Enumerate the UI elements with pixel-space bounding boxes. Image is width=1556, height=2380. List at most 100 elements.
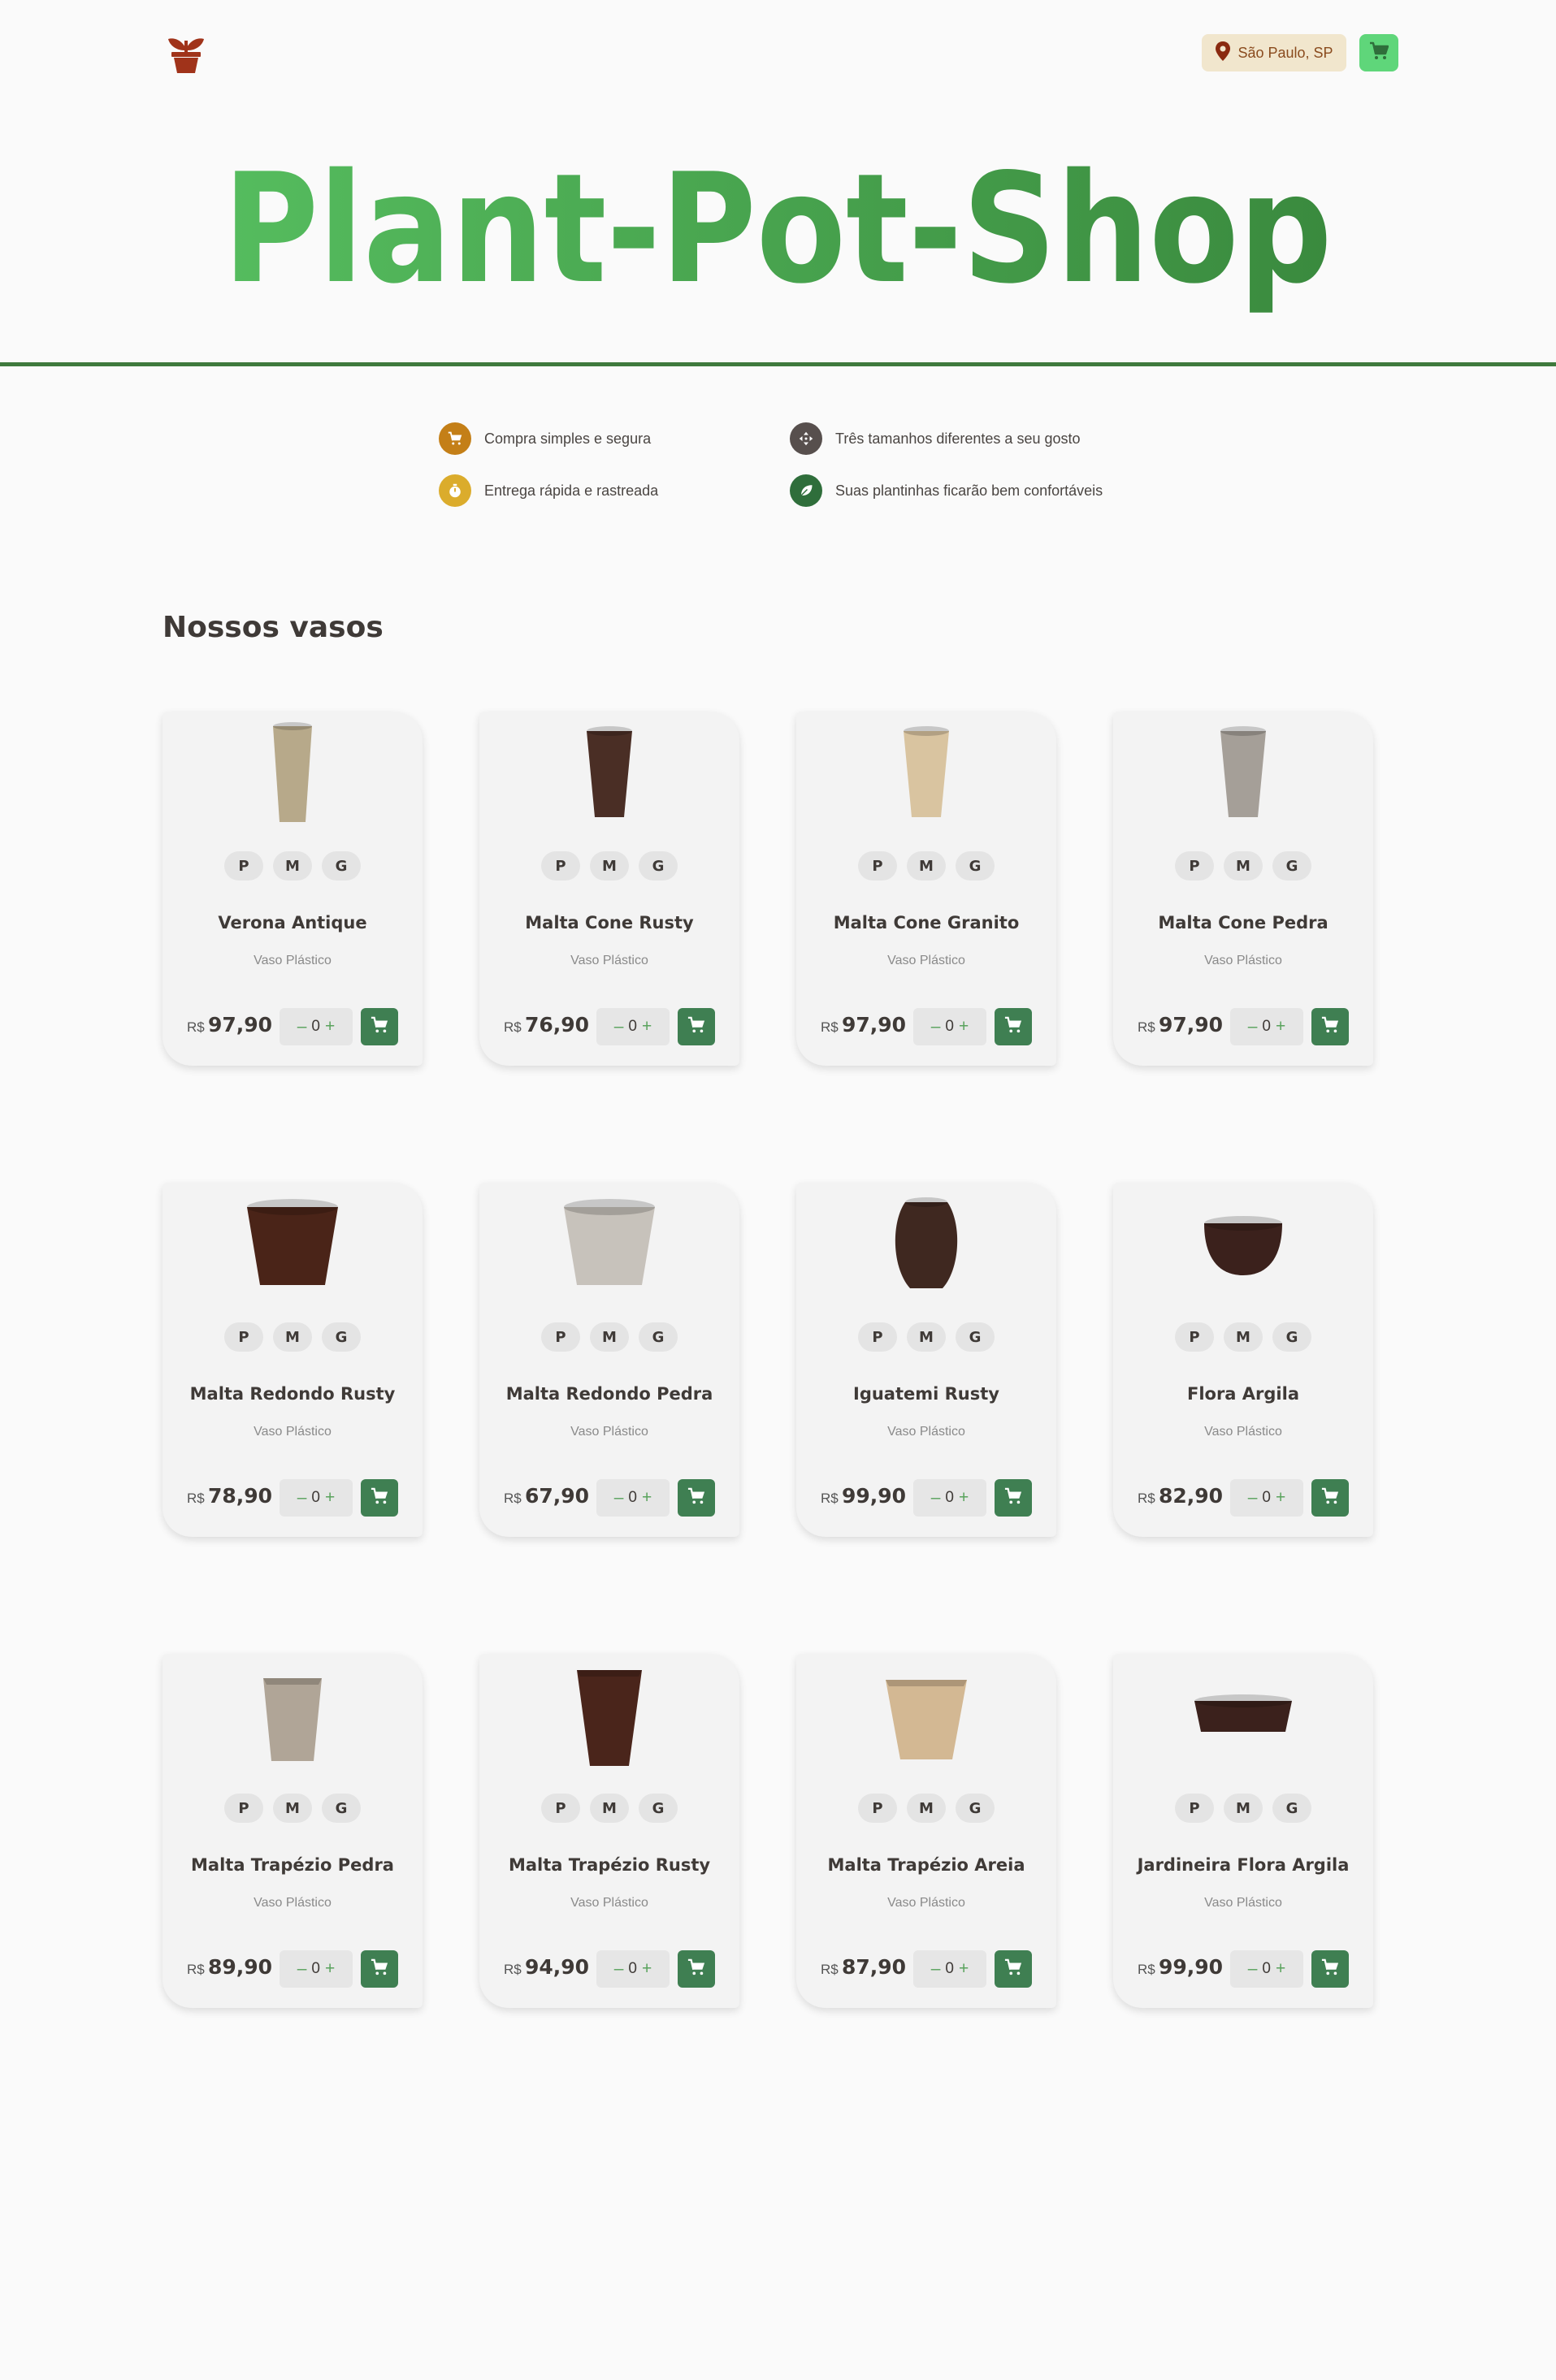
increase-quantity-button[interactable]: + (959, 1488, 969, 1508)
timer-icon (439, 474, 471, 507)
increase-quantity-button[interactable]: + (1276, 1017, 1285, 1036)
increase-quantity-button[interactable]: + (1276, 1488, 1285, 1508)
size-option-g[interactable]: G (639, 1794, 678, 1823)
size-option-p[interactable]: P (1175, 851, 1214, 881)
add-to-cart-button[interactable] (361, 1008, 398, 1045)
increase-quantity-button[interactable]: + (1276, 1959, 1285, 1979)
size-option-g[interactable]: G (639, 851, 678, 881)
size-option-p[interactable]: P (224, 851, 263, 881)
location-badge[interactable]: São Paulo, SP (1202, 34, 1346, 71)
size-option-p[interactable]: P (858, 851, 897, 881)
add-to-cart-button[interactable] (361, 1479, 398, 1517)
size-option-m[interactable]: M (273, 1794, 312, 1823)
decrease-quantity-button[interactable]: – (1248, 1017, 1258, 1036)
feature-item: Suas plantinhas ficarão bem confortáveis (790, 474, 1103, 507)
size-option-p[interactable]: P (858, 1322, 897, 1352)
add-to-cart-button[interactable] (1311, 1950, 1349, 1988)
decrease-quantity-button[interactable]: – (931, 1017, 941, 1036)
size-option-p[interactable]: P (541, 1322, 580, 1352)
quantity-value: 0 (628, 1489, 637, 1506)
size-option-g[interactable]: G (956, 851, 995, 881)
hero-title-text: Plant-Pot-Shop (223, 141, 1333, 317)
size-option-m[interactable]: M (590, 851, 629, 881)
size-selector: PMG (796, 851, 1056, 881)
size-option-m[interactable]: M (907, 851, 946, 881)
currency-symbol: R$ (821, 1491, 839, 1506)
quantity-value: 0 (1262, 1960, 1271, 1977)
size-selector: PMG (479, 851, 739, 881)
pot-image (228, 720, 358, 825)
header-cart-button[interactable] (1359, 34, 1398, 71)
size-option-m[interactable]: M (590, 1322, 629, 1352)
add-to-cart-button[interactable] (1311, 1479, 1349, 1517)
decrease-quantity-button[interactable]: – (297, 1488, 307, 1508)
decrease-quantity-button[interactable]: – (297, 1017, 307, 1036)
size-option-p[interactable]: P (224, 1322, 263, 1352)
size-option-m[interactable]: M (273, 1322, 312, 1352)
decrease-quantity-button[interactable]: – (614, 1017, 624, 1036)
size-option-g[interactable]: G (639, 1322, 678, 1352)
plant-pot-logo-icon[interactable] (167, 31, 206, 73)
size-option-p[interactable]: P (541, 1794, 580, 1823)
add-to-cart-button[interactable] (678, 1479, 715, 1517)
product-type: Vaso Plástico (570, 954, 648, 967)
product-type: Vaso Plástico (1204, 1425, 1282, 1439)
product-type: Vaso Plástico (570, 1425, 648, 1439)
size-option-m[interactable]: M (273, 851, 312, 881)
pot-image (1178, 720, 1308, 825)
size-option-m[interactable]: M (590, 1794, 629, 1823)
add-to-cart-button[interactable] (995, 1479, 1032, 1517)
increase-quantity-button[interactable]: + (959, 1017, 969, 1036)
size-option-m[interactable]: M (907, 1322, 946, 1352)
increase-quantity-button[interactable]: + (325, 1017, 335, 1036)
product-price: 82,90 (1159, 1484, 1224, 1508)
size-option-g[interactable]: G (322, 1794, 361, 1823)
size-option-p[interactable]: P (1175, 1322, 1214, 1352)
decrease-quantity-button[interactable]: – (931, 1488, 941, 1508)
add-to-cart-button[interactable] (995, 1950, 1032, 1988)
size-option-g[interactable]: G (322, 851, 361, 881)
size-option-g[interactable]: G (322, 1322, 361, 1352)
size-option-g[interactable]: G (1272, 1322, 1311, 1352)
shopping-cart-icon (687, 1958, 705, 1980)
increase-quantity-button[interactable]: + (642, 1488, 652, 1508)
increase-quantity-button[interactable]: + (642, 1959, 652, 1979)
size-option-m[interactable]: M (1224, 1322, 1263, 1352)
pot-image (861, 1662, 991, 1768)
size-option-p[interactable]: P (858, 1794, 897, 1823)
decrease-quantity-button[interactable]: – (614, 1959, 624, 1979)
size-selector: PMG (1113, 851, 1373, 881)
product-price: 87,90 (842, 1955, 907, 1979)
feature-text: Suas plantinhas ficarão bem confortáveis (835, 482, 1103, 499)
increase-quantity-button[interactable]: + (642, 1017, 652, 1036)
pot-image (544, 1662, 674, 1768)
increase-quantity-button[interactable]: + (325, 1488, 335, 1508)
size-option-g[interactable]: G (956, 1794, 995, 1823)
currency-symbol: R$ (187, 1019, 205, 1035)
decrease-quantity-button[interactable]: – (614, 1488, 624, 1508)
add-to-cart-button[interactable] (678, 1008, 715, 1045)
increase-quantity-button[interactable]: + (325, 1959, 335, 1979)
decrease-quantity-button[interactable]: – (1248, 1488, 1258, 1508)
size-option-p[interactable]: P (224, 1794, 263, 1823)
size-option-p[interactable]: P (1175, 1794, 1214, 1823)
size-option-p[interactable]: P (541, 851, 580, 881)
price-row: R$ 99,90 – 0 + (821, 1479, 1040, 1517)
add-to-cart-button[interactable] (995, 1008, 1032, 1045)
size-option-g[interactable]: G (956, 1322, 995, 1352)
add-to-cart-button[interactable] (361, 1950, 398, 1988)
decrease-quantity-button[interactable]: – (931, 1959, 941, 1979)
quantity-value: 0 (1262, 1018, 1271, 1035)
decrease-quantity-button[interactable]: – (1248, 1959, 1258, 1979)
size-option-m[interactable]: M (1224, 851, 1263, 881)
size-option-m[interactable]: M (1224, 1794, 1263, 1823)
add-to-cart-button[interactable] (678, 1950, 715, 1988)
product-name: Malta Cone Rusty (525, 913, 694, 933)
size-option-g[interactable]: G (1272, 851, 1311, 881)
size-option-m[interactable]: M (907, 1794, 946, 1823)
leaf-icon (790, 474, 822, 507)
size-option-g[interactable]: G (1272, 1794, 1311, 1823)
decrease-quantity-button[interactable]: – (297, 1959, 307, 1979)
add-to-cart-button[interactable] (1311, 1008, 1349, 1045)
increase-quantity-button[interactable]: + (959, 1959, 969, 1979)
